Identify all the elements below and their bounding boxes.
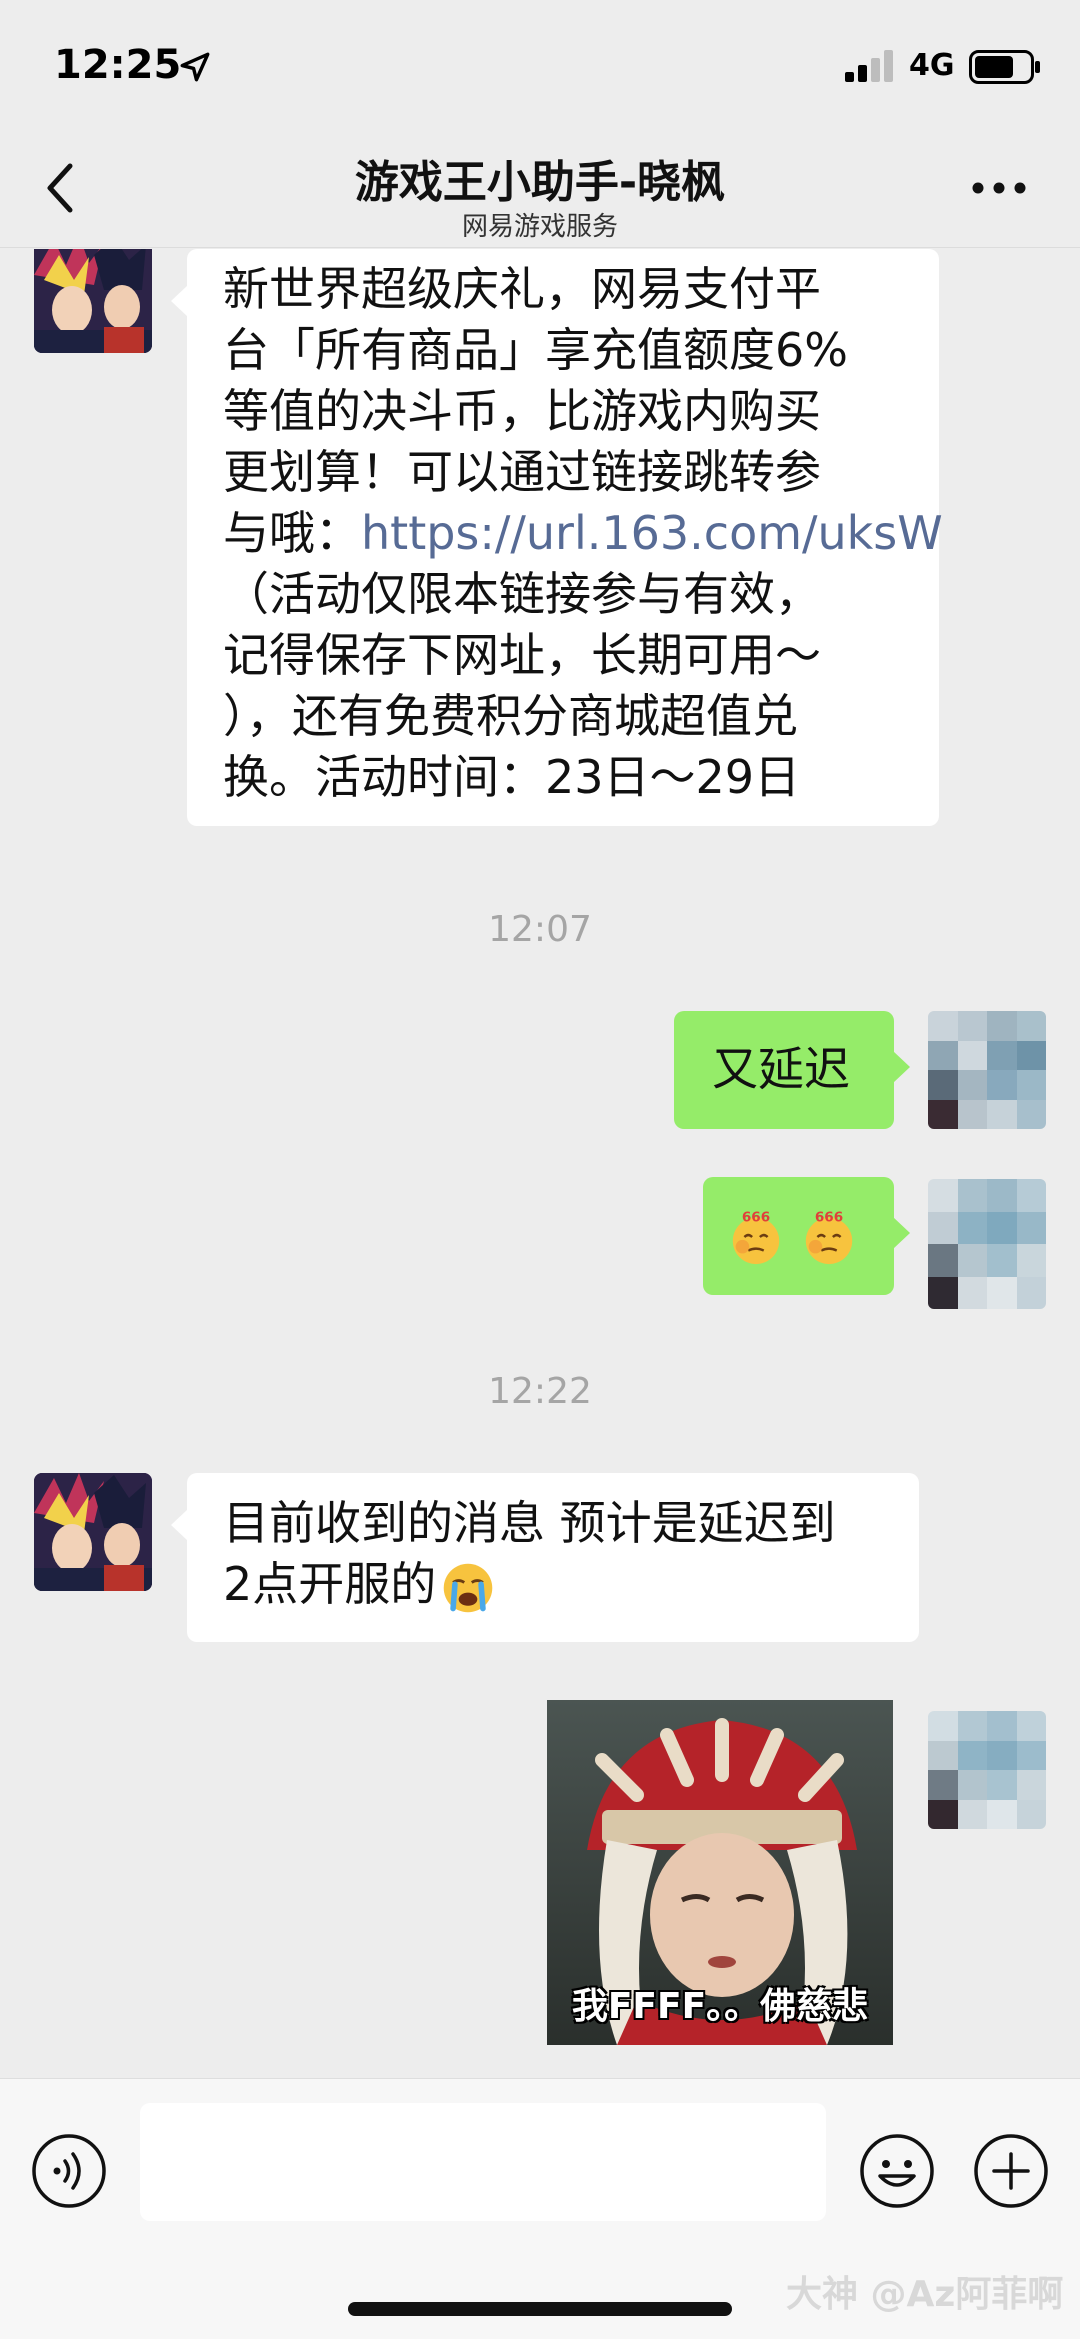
message-input[interactable]	[140, 2103, 826, 2221]
self-avatar[interactable]	[928, 1179, 1046, 1309]
message-text-line: 2点开服的	[223, 1554, 883, 1616]
timestamp: 12:22	[488, 1371, 592, 1412]
sticker-caption: 我FFFF。。佛慈悲	[571, 1986, 869, 2027]
plus-icon[interactable]	[972, 2132, 1050, 2210]
message-text-line: 目前收到的消息 预计是延迟到	[223, 1496, 836, 1550]
crying-face-icon	[444, 1563, 493, 1612]
pixelated-avatar-image	[928, 1711, 1046, 1829]
status-bar: 12:25 4G	[0, 0, 1080, 130]
home-indicator	[348, 2302, 732, 2316]
pixelated-avatar-image	[928, 1179, 1046, 1309]
pixelated-avatar-image	[928, 1011, 1046, 1129]
message-text-line: 与哦：https://url.163.com/uksW	[223, 503, 943, 564]
status-time: 12:25	[54, 42, 182, 88]
timestamp: 12:07	[488, 909, 592, 950]
promo-link[interactable]: https://url.163.com/uksW	[361, 506, 943, 560]
self-avatar[interactable]	[928, 1011, 1046, 1129]
chat-header: 游戏王小助手-晓枫 网易游戏服务	[0, 130, 1080, 248]
service-avatar[interactable]	[34, 1473, 152, 1591]
anime-avatar-image	[34, 1473, 152, 1591]
message-text: 与哦：	[223, 506, 361, 560]
message-bubble-notice[interactable]: 目前收到的消息 预计是延迟到 2点开服的	[171, 1473, 919, 1642]
message-text-line: 记得保存下网址，长期可用～	[223, 628, 821, 682]
message-text: 又延迟	[712, 1042, 850, 1096]
self-avatar[interactable]	[928, 1711, 1046, 1829]
message-text-line: 换。活动时间：23日～29日	[223, 750, 801, 804]
message-bubble-promo[interactable]: 新世界超级庆礼，网易支付平 台「所有商品」享充值额度6% 等值的决斗币，比游戏内…	[171, 249, 943, 826]
message-text: 2点开服的	[223, 1557, 437, 1611]
message-bubble-self[interactable]: 666 666	[703, 1177, 910, 1295]
message-text-line: ），还有免费积分商城超值兑	[223, 689, 798, 743]
message-text-line: 等值的决斗币，比游戏内购买	[223, 384, 821, 438]
voice-icon[interactable]	[30, 2132, 108, 2210]
emoji-icon[interactable]	[858, 2132, 936, 2210]
svg-text:666: 666	[742, 1209, 770, 1225]
sticker-image[interactable]: 我FFFF。。佛慈悲	[547, 1700, 893, 2045]
battery-icon	[969, 50, 1040, 84]
more-dots-icon[interactable]	[972, 180, 1026, 196]
network-type: 4G	[909, 48, 955, 83]
message-list[interactable]: 新世界超级庆礼，网易支付平 台「所有商品」享充值额度6% 等值的决斗币，比游戏内…	[0, 249, 1080, 2077]
message-text-line: 台「所有商品」享充值额度6%	[223, 323, 848, 377]
location-arrow-icon	[180, 52, 210, 82]
service-avatar[interactable]	[34, 249, 152, 353]
message-text-line: （活动仅限本链接参与有效，	[223, 567, 821, 621]
message-text-line: 新世界超级庆礼，网易支付平	[223, 262, 821, 316]
chat-title: 游戏王小助手-晓枫	[354, 157, 726, 208]
signal-icon	[845, 50, 893, 82]
emoji-666-icon: 666	[805, 1209, 852, 1264]
message-text-line: 更划算！可以通过链接跳转参	[223, 445, 821, 499]
watermark: 大神 @Az阿菲啊	[786, 2274, 1064, 2315]
input-bar: 大神 @Az阿菲啊	[0, 2078, 1080, 2339]
anime-avatar-image	[34, 249, 152, 353]
message-bubble-self[interactable]: 又延迟	[674, 1011, 910, 1129]
svg-text:666: 666	[815, 1209, 843, 1225]
chat-subtitle: 网易游戏服务	[461, 212, 618, 242]
emoji-666-icon: 666	[732, 1209, 780, 1264]
